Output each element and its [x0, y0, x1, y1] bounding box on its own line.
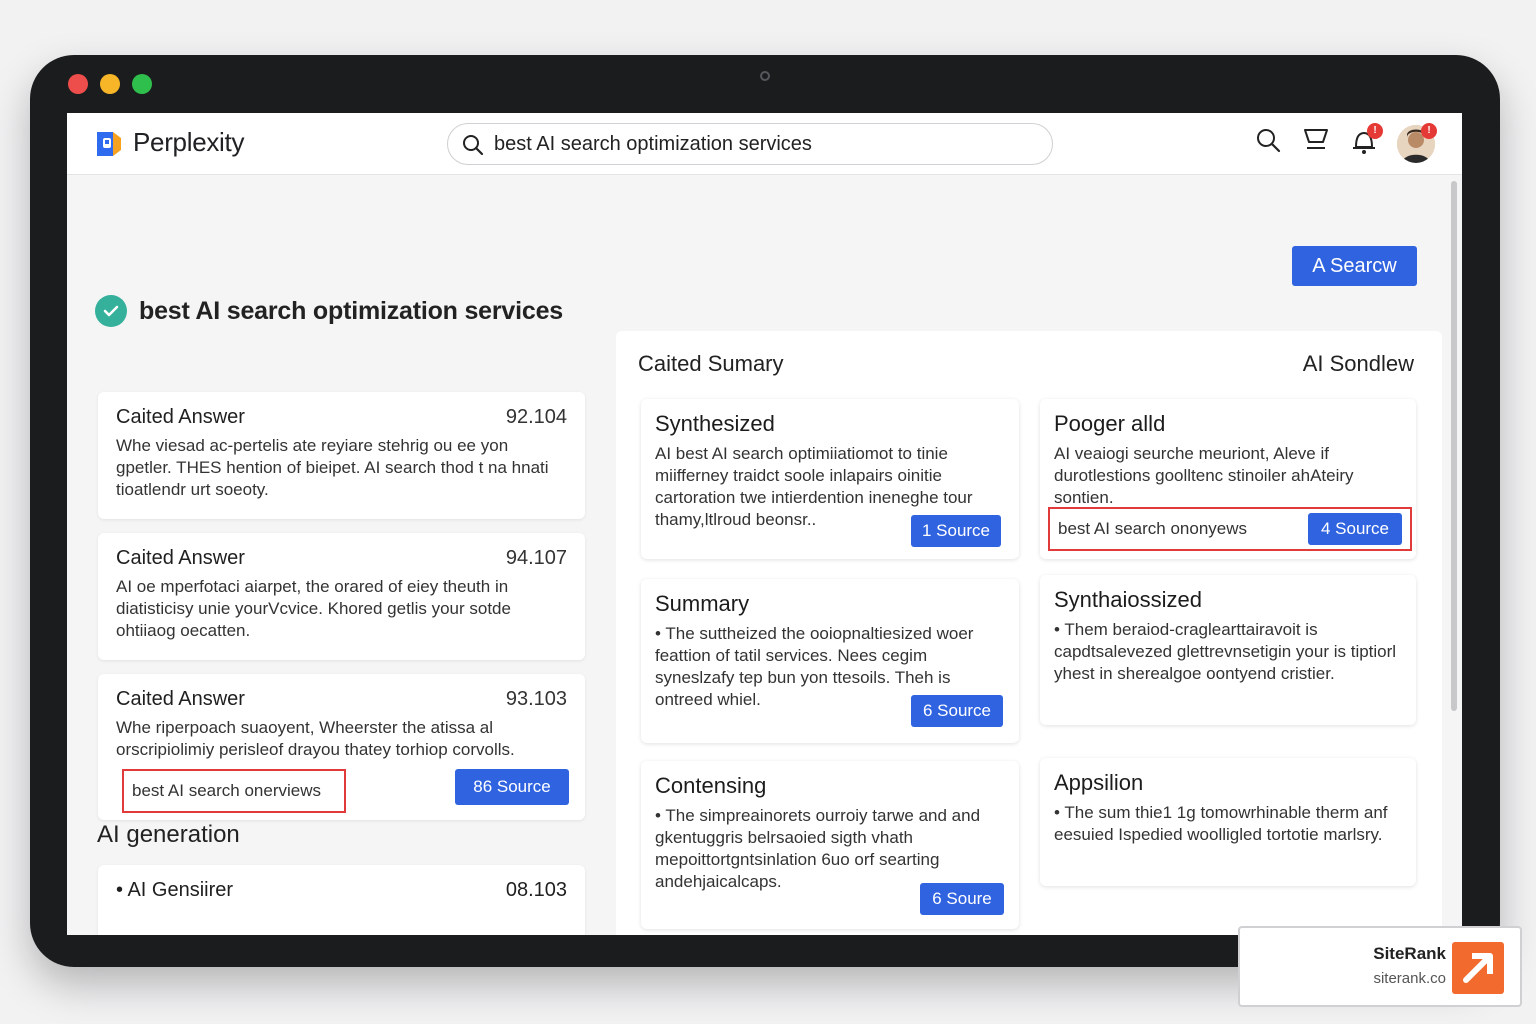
summary-card-title: Appsilion [1054, 770, 1144, 795]
search-action-button[interactable]: A Searcw [1292, 246, 1417, 286]
ai-generation-heading: AI generation [97, 821, 240, 848]
window-zoom-dot[interactable] [132, 74, 152, 94]
avatar-badge: ! [1421, 123, 1437, 139]
ai-generation-label: • AI Gensiirer [116, 879, 234, 901]
ai-generation-score: 08.103 [505, 879, 567, 901]
check-icon [95, 295, 127, 327]
summary-card[interactable]: Contensing • The simpreainorets ourroiy … [641, 761, 1019, 929]
summary-card-title: Summary [655, 591, 750, 616]
answer-score: 94.107 [505, 547, 567, 569]
highlighted-query-chip[interactable]: best AI search onerviews [122, 769, 346, 813]
window-minimize-dot[interactable] [100, 74, 120, 94]
query-heading: best AI search optimization services [139, 296, 563, 325]
top-bar: Perplexity ! [67, 113, 1462, 175]
summary-card[interactable]: Appsilion • The sum thie1 1g tomowrhinab… [1040, 758, 1416, 886]
search-icon [463, 135, 484, 156]
answer-title: Caited Answer [116, 688, 245, 710]
window-close-dot[interactable] [68, 74, 88, 94]
brand-name: Perplexity [133, 127, 245, 157]
perplexity-logo-icon [97, 132, 121, 156]
panel-title: Caited Sumary [638, 351, 784, 376]
cart-icon[interactable] [1303, 127, 1329, 153]
summary-card-text: • The sum thie1 1g tomowrhinable therm a… [1054, 803, 1388, 844]
laptop-frame: Perplexity ! [30, 55, 1500, 967]
answer-text: AI oe mperfotaci aiarpet, the orared of … [116, 577, 511, 640]
summary-card-title: Synthesized [655, 411, 775, 436]
answer-card[interactable]: Caited Answer 92.104 Whe viesad ac-perte… [98, 392, 585, 519]
siterank-logo-icon [1452, 942, 1504, 994]
siterank-name: SiteRank [1373, 944, 1446, 963]
summary-card-text: • The simpreainorets ourroiy tarwe and a… [655, 806, 981, 891]
summary-card[interactable]: Synthaiossized • Them beraiod-cragleartt… [1040, 575, 1416, 725]
siterank-url: siterank.co [1373, 970, 1446, 987]
summary-card-text: • Them beraiod-craglearttairavoit is cap… [1054, 620, 1397, 683]
answer-score: 92.104 [505, 406, 567, 428]
search-input[interactable] [494, 130, 1034, 158]
answer-text: Whe viesad ac-pertelis ate reyiare stehr… [116, 436, 549, 499]
source-button[interactable]: 6 Soure [920, 883, 1004, 915]
source-button[interactable]: 6 Source [911, 695, 1003, 727]
source-button[interactable]: 86 Source [455, 769, 569, 805]
summary-card-title: Synthaiossized [1054, 587, 1202, 612]
scrollbar[interactable] [1451, 181, 1457, 711]
source-button[interactable]: 4 Source [1308, 513, 1402, 545]
search-icon[interactable] [1255, 127, 1281, 153]
summary-card-title: Pooger alld [1054, 411, 1166, 436]
panel-right-label[interactable]: AI Sondlew [1303, 351, 1414, 377]
answer-card[interactable]: Caited Answer 94.107 AI oe mperfotaci ai… [98, 533, 585, 660]
siterank-card[interactable]: SiteRank siterank.co [1238, 926, 1522, 1007]
ai-generation-card[interactable]: • AI Gensiirer 08.103 [98, 865, 585, 935]
summary-card[interactable]: Summary • The suttheized the ooiopnaltie… [641, 579, 1019, 743]
answer-title: Caited Answer [116, 547, 245, 569]
summary-card-title: Contensing [655, 773, 767, 798]
camera-icon [760, 71, 770, 81]
source-button[interactable]: 1 Source [911, 515, 1001, 547]
notification-badge: ! [1367, 123, 1383, 139]
answer-text: Whe riperpoach suaoyent, Wheerster the a… [116, 718, 515, 759]
search-bar[interactable] [447, 123, 1053, 165]
summary-panel: Caited Sumary AI Sondlew Synthesized AI … [616, 331, 1442, 935]
summary-card[interactable]: Pooger alld AI veaiogi seurche meuriont,… [1040, 399, 1416, 559]
summary-card-text: AI veaiogi seurche meuriont, Aleve if du… [1054, 444, 1354, 507]
answer-title: Caited Answer [116, 406, 245, 428]
summary-card[interactable]: Synthesized AI best AI search optimiiati… [641, 399, 1019, 559]
query-title: best AI search optimization services [95, 293, 563, 329]
screen: Perplexity ! [67, 113, 1462, 935]
answer-card[interactable]: Caited Answer 93.103 Whe riperpoach suao… [98, 674, 585, 820]
answer-score: 93.103 [505, 688, 567, 710]
